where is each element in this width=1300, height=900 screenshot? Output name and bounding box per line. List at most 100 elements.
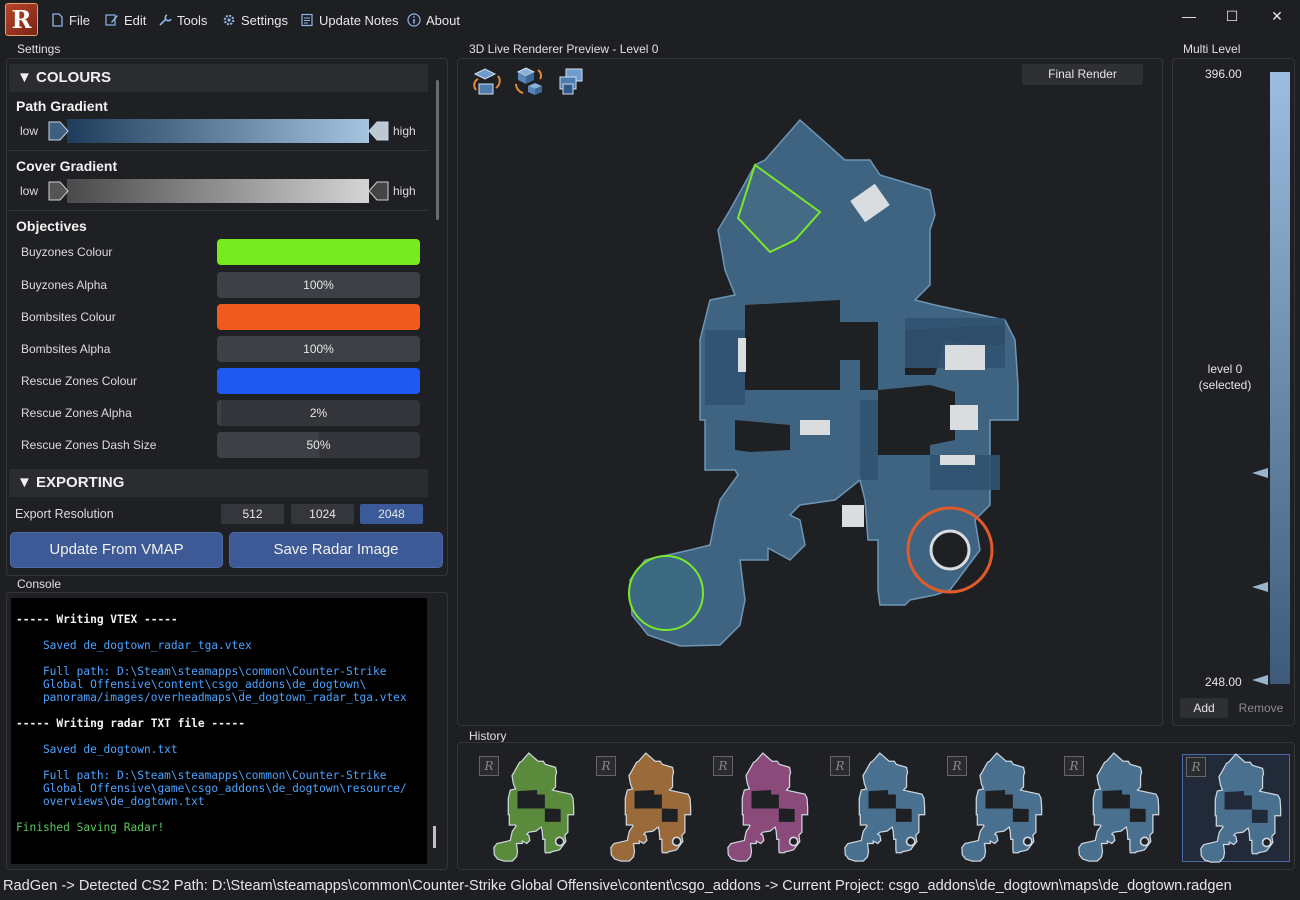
console-line: panorama/images/overheadmaps\de_dogtown_… [16, 691, 407, 704]
console-line: ----- Writing VTEX ----- [16, 613, 178, 626]
level-top-value: 396.00 [1205, 67, 1242, 81]
final-render-button[interactable]: Final Render [1022, 64, 1143, 85]
resolution-2048-button[interactable]: 2048 [360, 504, 423, 524]
level-marker-upper[interactable] [1252, 468, 1268, 478]
history-thumbnail[interactable]: R [944, 752, 1052, 862]
console-line: Saved de_dogtown.txt [16, 743, 178, 756]
objective-label: Buyzones Colour [21, 245, 113, 259]
colour-swatch[interactable] [217, 368, 420, 394]
level-marker-lower[interactable] [1252, 582, 1268, 592]
menu-tools[interactable]: Tools [158, 11, 207, 29]
menu-edit-label: Edit [124, 12, 147, 28]
radar-map-preview[interactable] [620, 115, 1040, 650]
app-logo: R [5, 3, 38, 36]
console-line: overviews\de_dogtown.txt [16, 795, 205, 808]
menu-about[interactable]: About [407, 11, 460, 29]
objective-label: Rescue Zones Dash Size [21, 438, 157, 452]
maximize-button[interactable]: ☐ [1217, 4, 1247, 28]
level-marker-bottom[interactable] [1252, 675, 1268, 685]
console-line: Saved de_dogtown_radar_tga.vtex [16, 639, 252, 652]
info-icon [407, 13, 421, 27]
settings-scrollbar[interactable] [436, 80, 439, 220]
console-line: Global Offensive\game\csgo_addons\de_dog… [16, 782, 407, 795]
history-map-preview [727, 752, 809, 862]
cover-gradient-title: Cover Gradient [16, 158, 118, 174]
menu-edit[interactable]: Edit [105, 11, 146, 29]
edit-icon [105, 14, 118, 26]
resolution-1024-button[interactable]: 1024 [291, 504, 354, 524]
history-panel-title: History [469, 729, 507, 743]
console-output[interactable]: ----- Writing VTEX ----- Saved de_dogtow… [11, 598, 427, 864]
history-thumbnail[interactable]: R [1061, 752, 1169, 862]
menu-settings-label: Settings [241, 12, 288, 28]
stack-icon[interactable] [554, 64, 588, 98]
slider-value: 100% [303, 278, 334, 292]
history-map-preview [493, 752, 575, 862]
menu-settings[interactable]: Settings [222, 11, 288, 29]
save-radar-image-button[interactable]: Save Radar Image [229, 532, 443, 568]
colour-swatch[interactable] [217, 304, 420, 330]
close-button[interactable]: ✕ [1262, 4, 1292, 28]
console-line: Full path: D:\Steam\steamapps\common\Cou… [16, 769, 387, 782]
history-thumbnail[interactable]: R [710, 752, 818, 862]
level-bottom-value: 248.00 [1205, 675, 1242, 689]
cover-gradient-low-label: low [20, 184, 39, 198]
slider-fill [217, 432, 319, 458]
console-panel-title: Console [17, 577, 62, 591]
cover-gradient-bar[interactable] [67, 179, 369, 203]
rotate-cube-icon[interactable] [512, 64, 546, 98]
history-thumbnail[interactable]: R [827, 752, 935, 862]
objective-label: Rescue Zones Colour [21, 374, 138, 388]
path-gradient-high-label: high [393, 124, 416, 138]
alpha-slider[interactable]: 100% [217, 336, 420, 362]
level-height-bar[interactable] [1270, 72, 1290, 684]
alpha-slider[interactable]: 50% [217, 432, 420, 458]
slider-value: 50% [306, 438, 331, 452]
file-icon [52, 13, 63, 27]
objective-label: Bombsites Colour [21, 310, 116, 324]
level-label[interactable]: level 0 (selected) [1185, 361, 1265, 393]
status-bar: RadGen -> Detected CS2 Path: D:\Steam\st… [3, 878, 1232, 894]
history-thumbnail[interactable]: R [1182, 753, 1290, 863]
level-state: (selected) [1198, 378, 1252, 392]
path-gradient-low-handle[interactable] [48, 121, 70, 141]
minimize-button[interactable]: — [1174, 4, 1204, 28]
cover-gradient-low-handle[interactable] [48, 181, 70, 201]
update-from-vmap-button[interactable]: Update From VMAP [10, 532, 223, 568]
console-line: Global Offensive\content\csgo_addons\de_… [16, 678, 367, 691]
remove-level-button[interactable]: Remove [1234, 698, 1288, 718]
console-line: ----- Writing radar TXT file ----- [16, 717, 246, 730]
divider [9, 210, 428, 211]
preview-panel-title: 3D Live Renderer Preview - Level 0 [469, 42, 659, 56]
alpha-slider[interactable]: 100% [217, 272, 420, 298]
history-thumbnail[interactable]: R [593, 752, 701, 862]
console-scrollbar[interactable] [433, 826, 436, 848]
slider-value: 2% [309, 406, 328, 420]
path-gradient-bar[interactable] [67, 119, 369, 143]
layers-swap-icon[interactable] [470, 64, 504, 98]
menu-file[interactable]: File [50, 11, 90, 29]
add-level-button[interactable]: Add [1180, 698, 1228, 718]
colour-swatch[interactable] [217, 239, 420, 265]
menu-update-notes[interactable]: Update Notes [300, 11, 399, 29]
title-bar: R File Edit Tools Settings Update Notes … [0, 0, 1300, 38]
cover-gradient-high-handle[interactable] [367, 181, 389, 201]
history-map-preview [1078, 752, 1160, 862]
level-name: level 0 [1207, 362, 1243, 376]
multi-level-panel-title: Multi Level [1183, 42, 1241, 56]
history-thumbnail[interactable]: R [476, 752, 584, 862]
path-gradient-low-label: low [20, 124, 39, 138]
menu-file-label: File [69, 12, 90, 28]
alpha-slider[interactable]: 2% [217, 400, 420, 426]
exporting-section-header[interactable]: ▼ EXPORTING [9, 469, 428, 497]
path-gradient-title: Path Gradient [16, 98, 108, 114]
resolution-512-button[interactable]: 512 [221, 504, 284, 524]
objective-label: Rescue Zones Alpha [21, 406, 132, 420]
colours-section-header[interactable]: ▼ COLOURS [9, 64, 428, 92]
history-map-preview [844, 752, 926, 862]
settings-panel-title: Settings [17, 42, 61, 56]
path-gradient-high-handle[interactable] [367, 121, 389, 141]
